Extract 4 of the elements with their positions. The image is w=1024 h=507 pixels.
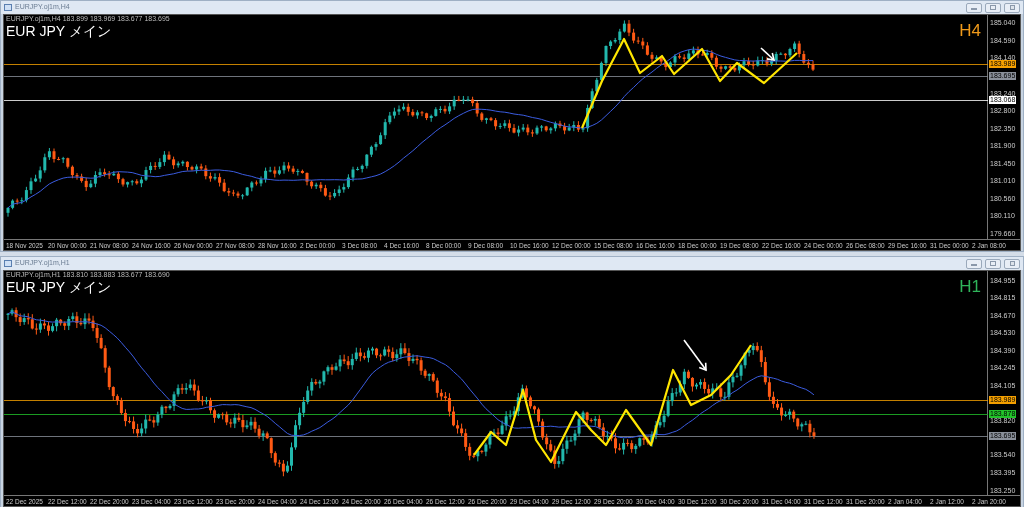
symbol-label: EUR JPY メイン bbox=[6, 23, 111, 39]
symbol-label: EUR JPY メイン bbox=[6, 279, 111, 295]
timeframe-label: H4 bbox=[959, 22, 981, 40]
timeframe-label: H1 bbox=[959, 278, 981, 296]
